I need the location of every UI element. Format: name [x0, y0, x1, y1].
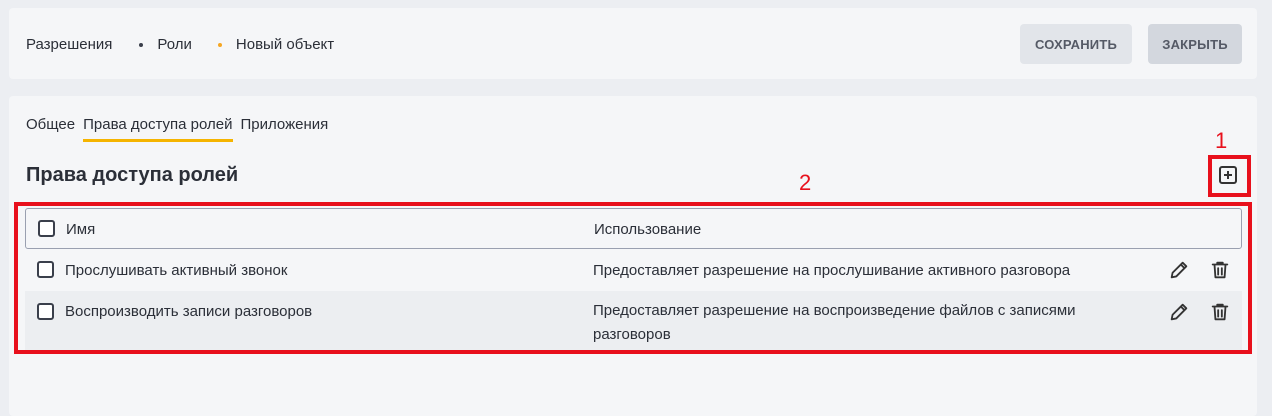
breadcrumb-separator-dot-active [217, 42, 222, 47]
breadcrumb-item-permissions[interactable]: Разрешения [26, 36, 112, 53]
tab-role-permissions[interactable]: Права доступа ролей [83, 116, 233, 142]
tab-bar: Общее Права доступа ролей Приложения [26, 116, 336, 142]
tab-applications[interactable]: Приложения [241, 116, 329, 142]
annotation-box-2 [14, 202, 1252, 354]
tab-general[interactable]: Общее [26, 116, 75, 142]
breadcrumb-item-roles[interactable]: Роли [157, 36, 192, 53]
breadcrumb: Разрешения Роли Новый объект [26, 36, 334, 53]
save-button[interactable]: СОХРАНИТЬ [1020, 24, 1132, 64]
close-button[interactable]: ЗАКРЫТЬ [1148, 24, 1242, 64]
breadcrumb-separator-dot [139, 42, 144, 47]
annotation-marker-2: 2 [799, 170, 812, 195]
breadcrumb-item-new-object: Новый объект [235, 36, 335, 53]
annotation-marker-1: 1 [1215, 128, 1228, 153]
top-bar: Разрешения Роли Новый объект СОХРАНИТЬ З… [9, 8, 1257, 79]
annotation-box-1 [1208, 155, 1251, 197]
section-title: Права доступа ролей [26, 164, 239, 186]
